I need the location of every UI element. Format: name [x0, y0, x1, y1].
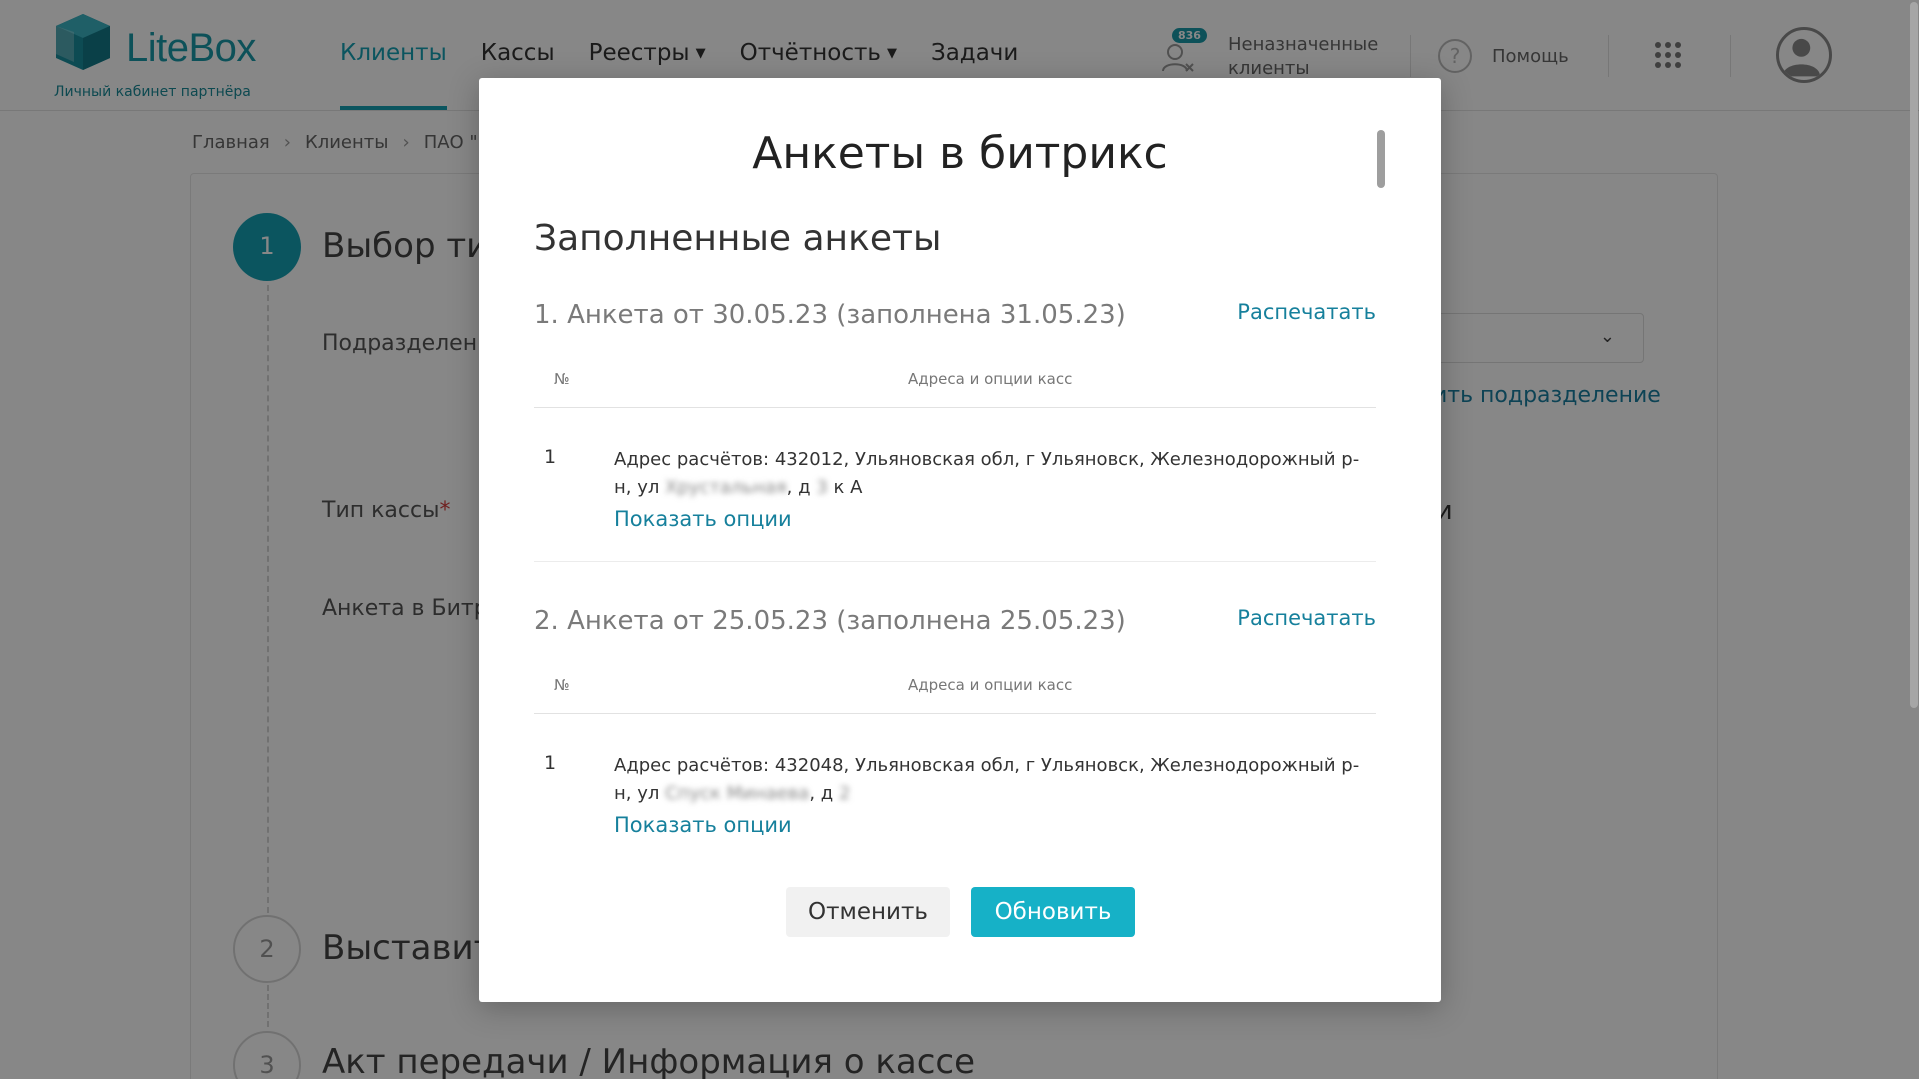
print-link[interactable]: Распечатать [1237, 606, 1376, 630]
print-link[interactable]: Распечатать [1237, 300, 1376, 324]
modal-title: Анкеты в битрикс [752, 128, 1168, 179]
row-address: Адрес расчётов: 432048, Ульяновская обл,… [614, 752, 1364, 808]
table-row: 1 Адрес расчётов: 432048, Ульяновская об… [534, 714, 1376, 837]
address-street-redacted: Хрустальная [665, 477, 787, 498]
update-button[interactable]: Обновить [971, 887, 1135, 937]
cancel-button[interactable]: Отменить [786, 887, 950, 937]
page-scrollbar[interactable] [1908, 0, 1919, 1079]
form-heading: 2. Анкета от 25.05.23 (заполнена 25.05.2… [534, 606, 1126, 636]
column-header-number: № [554, 370, 570, 388]
bitrix-forms-modal: Анкеты в битрикс Заполненные анкеты 1. А… [479, 78, 1441, 1002]
form-heading: 1. Анкета от 30.05.23 (заполнена 31.05.2… [534, 300, 1126, 330]
row-number: 1 [544, 752, 557, 774]
column-header-number: № [554, 676, 570, 694]
address-house-prefix: , д [786, 477, 817, 498]
page-scrollbar-thumb[interactable] [1910, 2, 1918, 708]
modal-scrollbar-thumb[interactable] [1377, 130, 1385, 188]
address-house-redacted: 3 [816, 477, 828, 498]
address-house-prefix: , д [809, 783, 839, 804]
table-row: 1 Адрес расчётов: 432012, Ульяновская об… [534, 408, 1376, 562]
show-options-link[interactable]: Показать опции [614, 813, 792, 837]
section-title: Заполненные анкеты [534, 218, 942, 259]
modal-scrollbar[interactable] [1376, 130, 1386, 836]
form-block-1: 1. Анкета от 30.05.23 (заполнена 31.05.2… [534, 300, 1376, 562]
table-header: № Адреса и опции касс [534, 664, 1376, 714]
row-number: 1 [544, 446, 557, 468]
table-header: № Адреса и опции касс [534, 358, 1376, 408]
row-address: Адрес расчётов: 432012, Ульяновская обл,… [614, 446, 1364, 502]
column-header-addresses: Адреса и опции касс [908, 370, 1073, 388]
column-header-addresses: Адреса и опции касс [908, 676, 1073, 694]
address-street-redacted: Спуск Минаева [665, 783, 810, 804]
address-suffix: к А [827, 477, 863, 498]
form-block-2: 2. Анкета от 25.05.23 (заполнена 25.05.2… [534, 606, 1376, 837]
show-options-link[interactable]: Показать опции [614, 507, 792, 531]
address-house-redacted: 2 [838, 783, 851, 804]
